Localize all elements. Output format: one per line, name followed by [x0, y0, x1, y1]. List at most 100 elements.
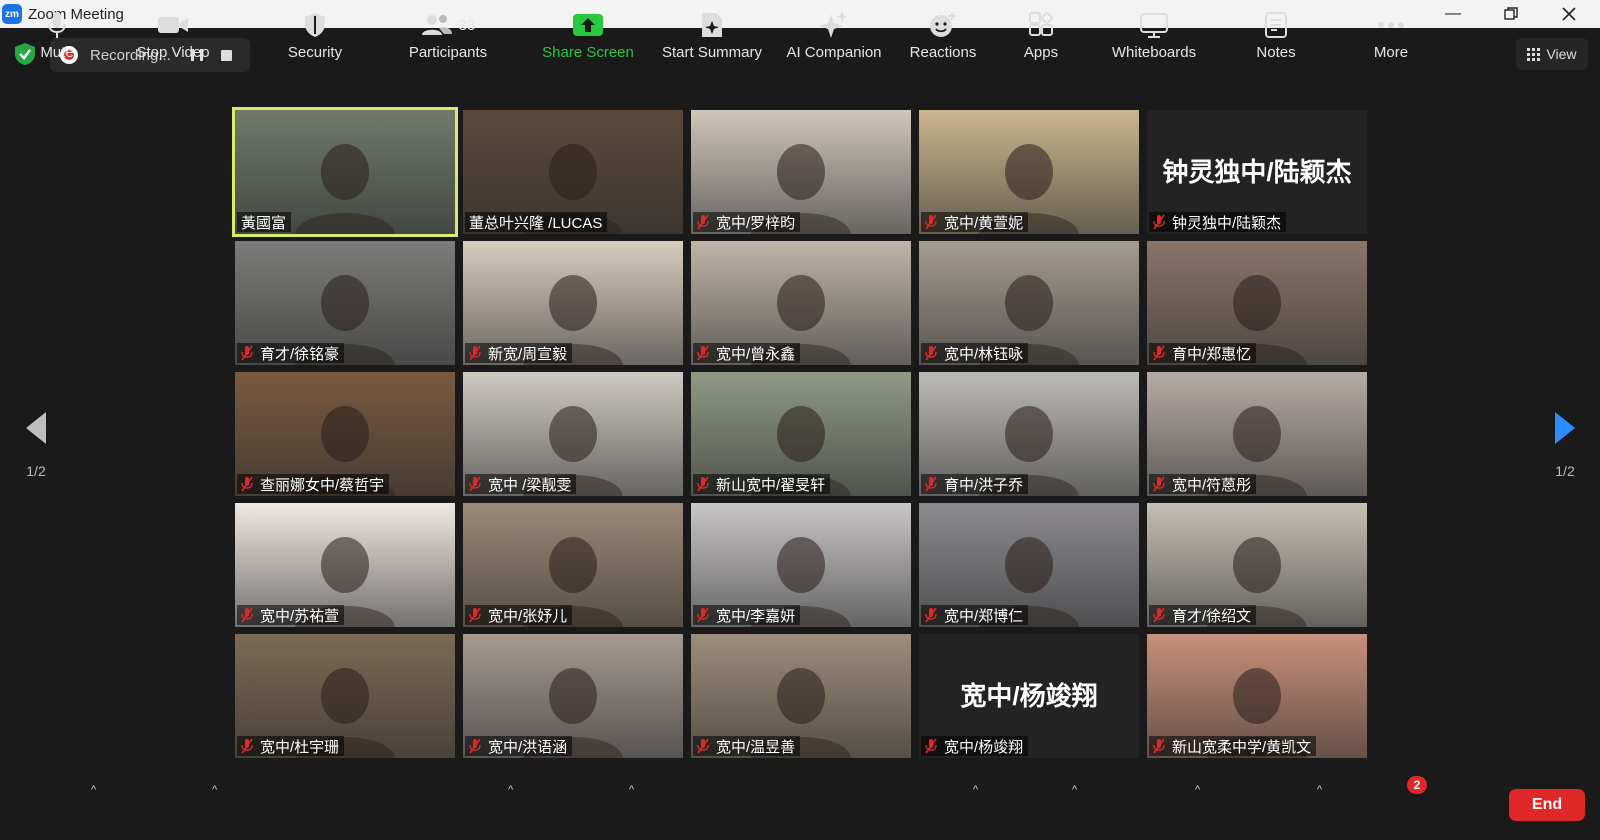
page-indicator-right: 1/2	[1555, 463, 1575, 479]
participant-nameplate: 黃國富	[237, 212, 292, 232]
participant-tile[interactable]: 宽中/罗梓昀	[691, 110, 911, 234]
more-button[interactable]: More	[1365, 10, 1417, 70]
participant-nameplate: 宽中/李嘉妍	[693, 605, 801, 625]
participant-nameplate: 宽中/符蒽彤	[1149, 474, 1257, 494]
mute-label: Mute	[40, 44, 74, 61]
reactions-label: Reactions	[909, 44, 977, 61]
video-camera-icon	[158, 17, 188, 33]
muted-microphone-icon	[925, 738, 937, 754]
participant-name: 新宽/周宣毅	[488, 345, 568, 363]
end-meeting-button[interactable]: End	[1509, 789, 1585, 821]
participants-count: 33	[458, 16, 476, 34]
participants-button[interactable]: 33 Participants	[402, 10, 494, 70]
close-icon[interactable]	[1541, 0, 1597, 28]
ai-companion-button[interactable]: AI Companion	[780, 10, 888, 70]
participant-tile[interactable]: 育才/徐铭豪	[235, 241, 455, 365]
stop-video-button[interactable]: Stop Video	[130, 10, 216, 70]
share-screen-button[interactable]: Share Screen	[540, 10, 636, 70]
next-page-button[interactable]: 1/2	[1545, 410, 1585, 490]
participant-name: 育中/洪子乔	[944, 476, 1024, 494]
apps-icon	[1029, 12, 1053, 36]
stop-recording-button[interactable]	[220, 49, 232, 61]
participant-nameplate: 宽中/林钰咏	[921, 343, 1029, 363]
security-button[interactable]: Security	[282, 10, 348, 70]
participant-tile[interactable]: 钟灵独中/陆颖杰 钟灵独中/陆颖杰	[1147, 110, 1367, 234]
muted-microphone-icon	[925, 476, 937, 492]
participant-tile[interactable]: 宽中/林钰咏	[919, 241, 1139, 365]
participant-nameplate: 宽中/曾永鑫	[693, 343, 801, 363]
reactions-button[interactable]: Reactions	[905, 10, 981, 70]
security-label: Security	[287, 44, 343, 61]
active-speaker-tile[interactable]: 黃國富	[232, 107, 458, 237]
participant-nameplate: 宽中/黄萱妮	[921, 212, 1029, 232]
participant-tile[interactable]: 查丽娜女中/蔡哲宇	[235, 372, 455, 496]
participant-tile[interactable]: 育中/洪子乔	[919, 372, 1139, 496]
minimize-icon[interactable]: —	[1425, 0, 1481, 28]
participant-tile[interactable]: 宽中/温昱善	[691, 634, 911, 758]
participant-nameplate: 新山宽中/翟旻轩	[693, 474, 831, 494]
participant-display-name: 宽中/杨竣翔	[960, 681, 1098, 711]
participant-tile[interactable]: 育才/徐绍文	[1147, 503, 1367, 627]
start-summary-button[interactable]: Start Summary	[658, 10, 766, 70]
participant-name: 黃國富	[241, 214, 287, 232]
participant-name: 宽中/罗梓昀	[716, 214, 796, 232]
start-summary-label: Start Summary	[661, 44, 763, 61]
restore-icon[interactable]	[1483, 0, 1539, 28]
participant-tile[interactable]: 宽中/洪语涵	[463, 634, 683, 758]
notes-options-caret-icon[interactable]: ^	[1317, 784, 1329, 796]
audio-options-caret-icon[interactable]: ^	[91, 784, 103, 796]
participant-nameplate: 育中/郑惠忆	[1149, 343, 1257, 363]
participant-tile[interactable]: 宽中/苏祐萱	[235, 503, 455, 627]
muted-microphone-icon	[697, 214, 709, 230]
view-button[interactable]: View	[1516, 38, 1588, 70]
participant-tile[interactable]: 宽中/杨竣翔 宽中/杨竣翔	[919, 634, 1139, 758]
participant-tile[interactable]: 宽中/李嘉妍	[691, 503, 911, 627]
previous-page-button[interactable]: 1/2	[16, 410, 56, 490]
participant-name: 宽中/杜宇珊	[260, 738, 340, 756]
participant-tile[interactable]: 新宽/周宣毅	[463, 241, 683, 365]
muted-microphone-icon	[469, 738, 481, 754]
summary-document-icon	[702, 13, 722, 37]
reactions-options-caret-icon[interactable]: ^	[973, 784, 985, 796]
participant-tile[interactable]: 新山宽柔中学/黄凯文	[1147, 634, 1367, 758]
mute-button[interactable]: Mute	[32, 10, 82, 70]
security-shield-icon	[305, 13, 325, 37]
participant-tile[interactable]: 宽中/黄萱妮	[919, 110, 1139, 234]
ai-sparkle-icon	[819, 11, 848, 38]
participant-tile[interactable]: 宽中 /梁靓雯	[463, 372, 683, 496]
apps-options-caret-icon[interactable]: ^	[1072, 784, 1084, 796]
participants-options-caret-icon[interactable]: ^	[508, 784, 520, 796]
participant-nameplate: 董总叶兴隆 /LUCAS	[465, 212, 608, 232]
participants-label: Participants	[408, 44, 488, 61]
participant-tile[interactable]: 宽中/符蒽彤	[1147, 372, 1367, 496]
participant-tile[interactable]: 新山宽中/翟旻轩	[691, 372, 911, 496]
participant-tile[interactable]: 董总叶兴隆 /LUCAS	[463, 110, 683, 234]
participant-tile[interactable]: 宽中/张妤儿	[463, 503, 683, 627]
participant-tile[interactable]: 育中/郑惠忆	[1147, 241, 1367, 365]
participant-name: 宽中/李嘉妍	[716, 607, 796, 625]
whiteboards-button[interactable]: Whiteboards	[1104, 10, 1204, 70]
stop-video-label: Stop Video	[136, 44, 210, 61]
participant-tile[interactable]: 宽中/杜宇珊	[235, 634, 455, 758]
notes-button[interactable]: Notes	[1246, 10, 1306, 70]
participant-nameplate: 宽中/罗梓昀	[693, 212, 801, 232]
muted-microphone-icon	[1153, 214, 1165, 230]
page-indicator-left: 1/2	[26, 463, 46, 479]
participant-nameplate: 育中/洪子乔	[921, 474, 1029, 494]
share-screen-icon	[573, 14, 603, 36]
participant-tile[interactable]: 宽中/郑博仁	[919, 503, 1139, 627]
video-options-caret-icon[interactable]: ^	[212, 784, 224, 796]
participant-name: 钟灵独中/陆颖杰	[1172, 214, 1282, 232]
more-label: More	[1373, 44, 1409, 61]
apps-button[interactable]: Apps	[1010, 10, 1072, 70]
apps-label: Apps	[1023, 44, 1059, 61]
share-options-caret-icon[interactable]: ^	[629, 784, 641, 796]
participant-name: 育中/郑惠忆	[1172, 345, 1252, 363]
share-screen-label: Share Screen	[542, 44, 634, 61]
left-arrow-icon	[26, 412, 46, 444]
zoom-app-icon: zm	[2, 4, 22, 24]
participant-name: 查丽娜女中/蔡哲宇	[260, 476, 385, 494]
whiteboards-options-caret-icon[interactable]: ^	[1195, 784, 1207, 796]
participant-tile[interactable]: 宽中/曾永鑫	[691, 241, 911, 365]
more-dots-icon	[1378, 22, 1404, 28]
